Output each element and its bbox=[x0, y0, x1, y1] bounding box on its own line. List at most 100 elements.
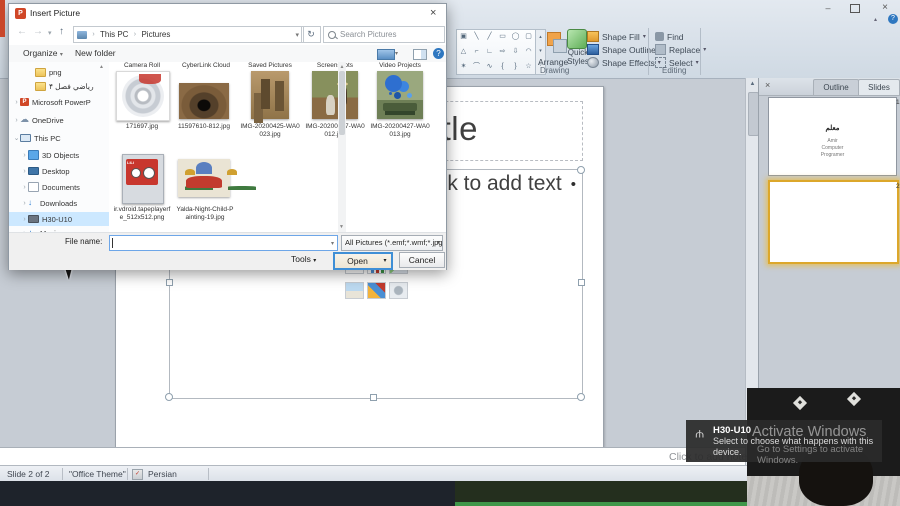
file-name[interactable]: Yalda-Night-Child-Painting-19.jpg bbox=[176, 206, 234, 222]
file-list-scroll-down-icon[interactable]: ▼ bbox=[339, 224, 344, 230]
close-panel-icon[interactable]: × bbox=[765, 80, 770, 90]
organize-button[interactable]: Organize ▾ bbox=[23, 48, 63, 58]
sidebar-item-microsoft-powerpoint[interactable]: ›PMicrosoft PowerP bbox=[9, 95, 111, 109]
refresh-button[interactable]: ↻ bbox=[301, 26, 321, 43]
resize-handle[interactable] bbox=[577, 166, 585, 174]
location-icon bbox=[77, 31, 87, 39]
shape-effects-icon bbox=[587, 57, 599, 68]
file-thumbnail-balloons[interactable] bbox=[377, 71, 423, 119]
close-window-button[interactable]: × bbox=[874, 2, 896, 14]
address-dropdown-icon[interactable]: ▾ bbox=[295, 31, 299, 39]
resize-handle[interactable] bbox=[578, 279, 585, 286]
replace-button[interactable]: Replace▾ bbox=[655, 43, 706, 56]
wall-decor-diamond bbox=[847, 392, 861, 406]
search-box[interactable]: Search Pictures bbox=[323, 26, 445, 43]
text-caret bbox=[112, 238, 113, 248]
notes-pane[interactable]: Click to add notes bbox=[0, 447, 745, 466]
dialog-titlebar[interactable]: P Insert Picture × bbox=[9, 4, 446, 23]
insert-media-icon[interactable] bbox=[389, 282, 408, 299]
dialog-close-icon[interactable]: × bbox=[430, 7, 436, 19]
file-list-scroll-thumb[interactable] bbox=[339, 71, 345, 135]
sidebar-item-documents[interactable]: ›Documents bbox=[9, 180, 119, 194]
insert-picture-icon[interactable] bbox=[345, 282, 364, 299]
slide-counter[interactable]: Slide 2 of 2 bbox=[7, 469, 50, 479]
sidebar-item-this-pc[interactable]: ⌄This PC bbox=[9, 131, 111, 145]
cancel-button[interactable]: Cancel bbox=[399, 252, 445, 268]
crumb-separator: › bbox=[90, 31, 97, 38]
file-thumbnail-girl[interactable] bbox=[312, 71, 358, 119]
resize-handle[interactable] bbox=[577, 393, 585, 401]
resize-handle[interactable] bbox=[166, 279, 173, 286]
tab-outline[interactable]: Outline bbox=[813, 79, 859, 95]
folder-cyberlink-cloud[interactable]: CyberLink Cloud bbox=[177, 62, 235, 69]
recent-locations-icon[interactable]: ▾ bbox=[48, 29, 52, 37]
shape-outline-button[interactable]: Shape Outline▾ bbox=[587, 43, 662, 56]
file-thumbnail-ruins[interactable] bbox=[251, 71, 289, 119]
tools-button[interactable]: Tools ▾ bbox=[291, 254, 316, 264]
resize-handle[interactable] bbox=[370, 394, 377, 401]
preview-pane-icon[interactable] bbox=[413, 49, 427, 60]
folder-video-projects[interactable]: Video Projects bbox=[371, 62, 429, 69]
crumb-separator: › bbox=[131, 31, 138, 38]
find-button[interactable]: Find bbox=[655, 30, 684, 43]
address-bar[interactable]: › This PC › Pictures ▾ bbox=[73, 26, 304, 43]
collapse-ribbon-icon[interactable]: ▴ bbox=[874, 16, 877, 23]
breadcrumb-this-pc[interactable]: This PC bbox=[100, 30, 128, 39]
maximize-button[interactable] bbox=[850, 4, 860, 13]
replace-icon bbox=[655, 44, 666, 55]
file-name-dropdown-icon[interactable]: ▾ bbox=[331, 240, 334, 247]
file-name[interactable]: ir.vdroid.tapeplayerfe_512x512.png bbox=[112, 206, 172, 222]
language-indicator[interactable]: Persian bbox=[148, 469, 177, 479]
file-name[interactable]: IMG-20200427-WA0013.jpg bbox=[370, 123, 430, 139]
resize-handle[interactable] bbox=[165, 393, 173, 401]
file-name[interactable]: IMG-20200425-WA0023.jpg bbox=[240, 123, 300, 139]
file-thumbnail-painting[interactable] bbox=[178, 159, 230, 197]
file-list: Camera Roll CyberLink Cloud Saved Pictur… bbox=[109, 62, 438, 232]
dialog-help-icon[interactable]: ? bbox=[433, 48, 444, 59]
file-thumbnail-cassette[interactable]: LiLi bbox=[122, 154, 164, 204]
tab-slides[interactable]: Slides bbox=[858, 79, 900, 95]
folder-saved-pictures[interactable]: Saved Pictures bbox=[241, 62, 299, 69]
dialog-body: ▲ ▼ png رياضي فصل ۴ ›PMicrosoft PowerP ›… bbox=[9, 62, 446, 232]
slide1-title: معلم bbox=[769, 124, 896, 132]
views-dropdown-icon[interactable]: ▾ bbox=[395, 50, 398, 57]
spellcheck-icon[interactable]: ✓ bbox=[132, 469, 143, 480]
insert-clipart-icon[interactable] bbox=[367, 282, 386, 299]
folder-camera-roll[interactable]: Camera Roll bbox=[113, 62, 171, 69]
theme-name[interactable]: "Office Theme" bbox=[69, 469, 126, 479]
dialog-sidebar: ▲ ▼ png رياضي فصل ۴ ›PMicrosoft PowerP ›… bbox=[9, 62, 109, 232]
shape-fill-button[interactable]: Shape Fill▾ bbox=[587, 30, 646, 43]
sidebar-item-h30-u10[interactable]: ›H30-U10 bbox=[9, 212, 119, 226]
new-folder-button[interactable]: New folder bbox=[75, 48, 116, 58]
folder-screenshots[interactable]: Screenshots bbox=[306, 62, 364, 69]
sidebar-item-downloads[interactable]: ›↓Downloads bbox=[9, 196, 119, 210]
up-icon[interactable]: ↑ bbox=[59, 26, 64, 37]
views-icon[interactable] bbox=[377, 49, 395, 60]
open-split-dropdown-icon[interactable]: ▾ bbox=[379, 252, 393, 270]
quick-styles-icon bbox=[567, 29, 587, 49]
file-name[interactable]: 11597610-812.jpg bbox=[176, 123, 232, 131]
screen: – × ▴ ? ▣╲╱▭◯▢ △⌐∟⇨⇩◠ ✶⌒∿{}☆ ▴▾▿ Arrange… bbox=[0, 0, 900, 506]
breadcrumb-pictures[interactable]: Pictures bbox=[141, 30, 170, 39]
back-icon[interactable]: ← bbox=[17, 26, 27, 37]
file-list-scrollbar[interactable]: ▲ ▼ bbox=[338, 62, 346, 232]
file-name[interactable]: 171697.jpg bbox=[112, 123, 172, 131]
open-button[interactable]: Open bbox=[333, 252, 382, 270]
file-type-select[interactable]: All Pictures (*.emf;*.wmf;*.jpg;*.j ▾ bbox=[341, 235, 443, 251]
shape-effects-button[interactable]: Shape Effects▾ bbox=[587, 56, 661, 69]
minimize-button[interactable]: – bbox=[817, 2, 839, 14]
file-name[interactable]: IMG-20200427-WA0012.jpg bbox=[305, 123, 365, 139]
file-name-input[interactable]: ▾ bbox=[109, 235, 338, 251]
forward-icon[interactable]: → bbox=[33, 26, 43, 37]
activate-windows-watermark: Activate Windows bbox=[752, 424, 866, 440]
slide2-number: 2 bbox=[896, 183, 900, 190]
file-thumbnail-cd[interactable] bbox=[116, 71, 170, 121]
shapes-gallery[interactable]: ▣╲╱▭◯▢ △⌐∟⇨⇩◠ ✶⌒∿{}☆ bbox=[456, 29, 536, 75]
help-icon[interactable]: ? bbox=[888, 14, 898, 24]
sidebar-item-desktop[interactable]: ›Desktop bbox=[9, 164, 119, 178]
slide-thumbnail-2[interactable] bbox=[768, 180, 899, 264]
sidebar-item-3d-objects[interactable]: ›3D Objects bbox=[9, 148, 119, 162]
file-thumbnail-tunnel[interactable] bbox=[179, 83, 229, 119]
sidebar-item-onedrive[interactable]: ›☁OneDrive bbox=[9, 113, 111, 127]
slide-thumbnail-1[interactable]: معلم Amir Computer Programer bbox=[768, 97, 897, 176]
